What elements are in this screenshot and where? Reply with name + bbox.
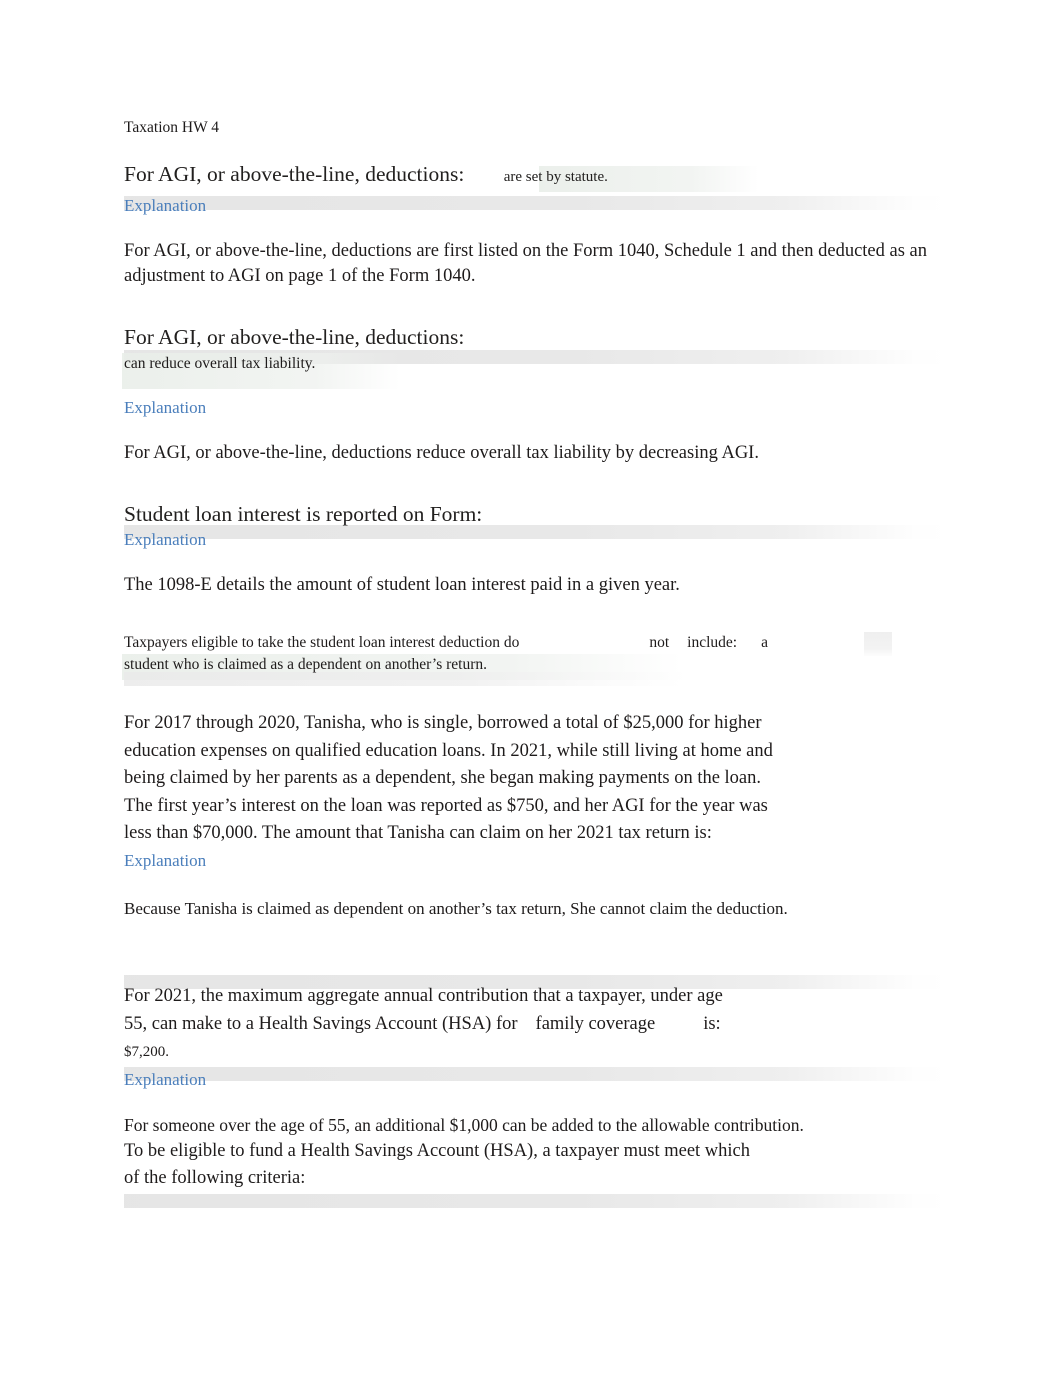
question-block-4: Taxpayers eligible to take the student l… [122,632,950,686]
explanation-text-1: For AGI, or above-the-line, deductions a… [124,241,928,286]
explanation-text-2: For AGI, or above-the-line, deductions r… [124,443,759,463]
question-block-7: To be eligible to fund a Health Savings … [124,1138,950,1208]
explanation-text-6: For someone over the age of 55, an addit… [124,1114,804,1135]
question-block-6: For 2021, the maximum aggregate annual c… [124,975,950,1091]
highlight-band [124,1067,948,1081]
explanation-link-2[interactable]: Explanation [124,397,206,419]
question-5-prompt: For 2017 through 2020, Tanisha, who is s… [124,710,784,875]
explanation-link-5[interactable]: Explanation [124,850,206,872]
question-1-answer: are set by statute. [503,169,608,185]
explanation-text-5: Because Tanisha is claimed as dependent … [124,899,788,918]
question-block-3: Student loan interest is reported on For… [124,500,950,551]
document-content: Taxation HW 4 For AGI, or above-the-line… [122,118,950,1208]
explanation-link-6[interactable]: Explanation [124,1069,206,1091]
question-6-prompt-part2: is: [703,1013,721,1034]
question-4-word-not: not [649,634,670,651]
explanation-link-1[interactable]: Explanation [124,195,206,217]
question-block-2: For AGI, or above-the-line, deductions: … [122,323,950,389]
question-4-prompt-part1: Taxpayers eligible to take the student l… [124,634,520,651]
question-1-prompt-text: For AGI, or above-the-line, deductions: [124,162,465,186]
document-page: Taxation HW 4 For AGI, or above-the-line… [0,0,1062,1377]
question-2-prompt: For AGI, or above-the-line, deductions: [124,325,465,349]
highlight-band [124,1193,948,1208]
explanation-text-3: The 1098-E details the amount of student… [124,575,680,595]
question-block-1: For AGI, or above-the-line, deductions: … [124,160,950,217]
question-4-answer-chip: a [761,634,768,651]
question-4-prompt: Taxpayers eligible to take the student l… [124,632,950,654]
explanation-link-3[interactable]: Explanation [124,529,206,551]
question-5-prompt-text: For 2017 through 2020, Tanisha, who is s… [124,713,773,843]
question-block-5: For 2017 through 2020, Tanisha, who is s… [124,710,950,875]
question-4-answer-line2: student who is claimed as a dependent on… [124,656,488,673]
question-6-blank-answer: family coverage [535,1013,656,1034]
highlight-band [124,196,948,210]
question-1-prompt: For AGI, or above-the-line, deductions: … [124,160,950,191]
question-6-prompt: For 2021, the maximum aggregate annual c… [124,983,744,1067]
question-7-prompt: To be eligible to fund a Health Savings … [124,1140,751,1189]
page-title: Taxation HW 4 [124,119,220,136]
question-3-prompt: Student loan interest is reported on For… [124,502,483,526]
question-6-answer: $7,200. [124,1044,169,1060]
question-4-word-include: include: [687,634,738,651]
question-2-answer: can reduce overall tax liability. [124,355,316,372]
